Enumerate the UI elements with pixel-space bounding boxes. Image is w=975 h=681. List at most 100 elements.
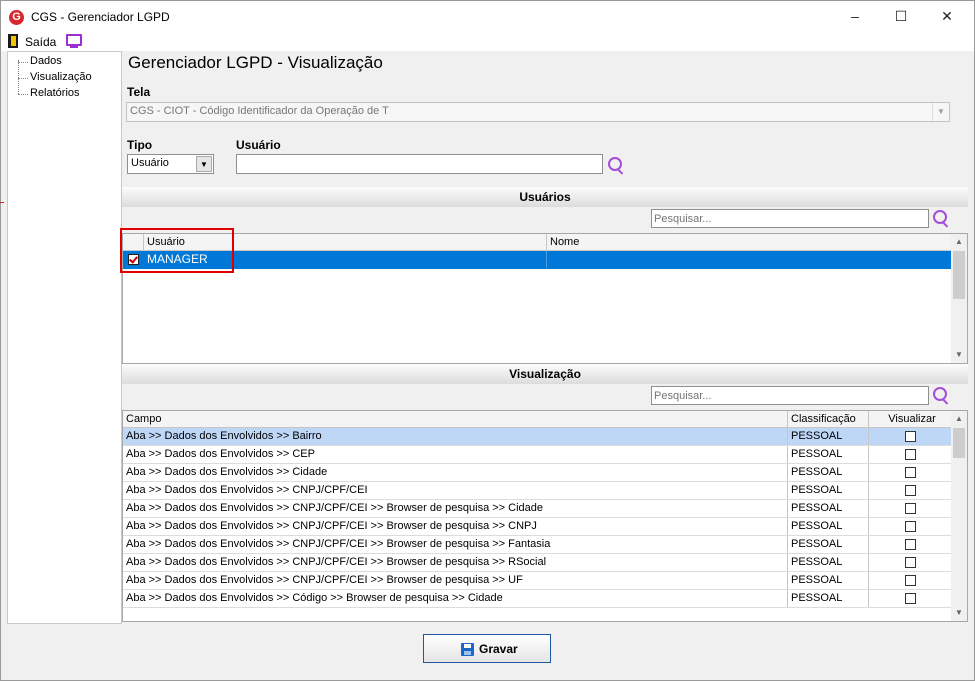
- scroll-down-icon[interactable]: ▼: [951, 605, 967, 621]
- visualizar-cell: [869, 554, 952, 571]
- classificacao-cell: PESSOAL: [788, 536, 869, 553]
- users-vertical-scrollbar[interactable]: ▲ ▼: [951, 234, 967, 363]
- app-window: G CGS - Gerenciador LGPD ‒ ☐ ✕ Saída Dad…: [0, 0, 975, 681]
- table-row[interactable]: Aba >> Dados dos Envolvidos >> Cidade PES…: [123, 464, 952, 482]
- users-search-field[interactable]: [652, 210, 926, 227]
- title-bar: G CGS - Gerenciador LGPD ‒ ☐ ✕: [1, 1, 974, 31]
- save-button[interactable]: Gravar: [423, 634, 551, 663]
- visualizar-checkbox[interactable]: [905, 593, 916, 604]
- visualizar-cell: [869, 518, 952, 535]
- table-row[interactable]: MANAGER: [123, 251, 952, 269]
- table-row[interactable]: Aba >> Dados dos Envolvidos >> CEP PESSOA…: [123, 446, 952, 464]
- visualizar-checkbox[interactable]: [905, 485, 916, 496]
- visualizacao-vertical-scrollbar[interactable]: ▲ ▼: [951, 411, 967, 621]
- classificacao-cell: PESSOAL: [788, 590, 869, 607]
- users-grid: Usuário Nome MANAGER ▲ ▼: [122, 233, 968, 364]
- visualizar-cell: [869, 482, 952, 499]
- table-row[interactable]: Aba >> Dados dos Envolvidos >> CNPJ/CPF/…: [123, 518, 952, 536]
- tree-item-dados[interactable]: Dados: [8, 54, 118, 70]
- tree-item-label: Relatórios: [30, 87, 80, 99]
- tree-item-label: Dados: [30, 55, 62, 67]
- visualizar-checkbox[interactable]: [905, 449, 916, 460]
- visualizar-cell: [869, 428, 952, 445]
- scroll-up-icon[interactable]: ▲: [951, 411, 967, 427]
- column-header-visualizar[interactable]: Visualizar: [869, 411, 952, 427]
- users-grid-header: Usuário Nome: [123, 234, 952, 251]
- visualizar-cell: [869, 500, 952, 517]
- campo-cell: Aba >> Dados dos Envolvidos >> Cidade: [123, 464, 788, 481]
- classificacao-cell: PESSOAL: [788, 428, 869, 445]
- exit-menu-item[interactable]: Saída: [25, 35, 56, 49]
- tree-item-relatorios[interactable]: Relatórios: [8, 86, 118, 102]
- table-row[interactable]: Aba >> Dados dos Envolvidos >> CNPJ/CPF/…: [123, 536, 952, 554]
- visualizacao-search-field[interactable]: [652, 387, 926, 404]
- visualizar-cell: [869, 446, 952, 463]
- campo-cell: Aba >> Dados dos Envolvidos >> CNPJ/CPF/…: [123, 482, 788, 499]
- scroll-up-icon[interactable]: ▲: [951, 234, 967, 250]
- table-row[interactable]: Aba >> Dados dos Envolvidos >> CNPJ/CPF/…: [123, 554, 952, 572]
- table-row[interactable]: Aba >> Dados dos Envolvidos >> Bairro PES…: [123, 428, 952, 446]
- annotation-highlight-box: [120, 228, 234, 273]
- monitor-icon[interactable]: [66, 34, 82, 48]
- menu-bar: Saída: [1, 31, 974, 51]
- usuario-input[interactable]: [236, 154, 603, 174]
- chevron-down-icon[interactable]: ▼: [932, 103, 949, 121]
- minimize-button[interactable]: ‒: [832, 1, 878, 31]
- campo-cell: Aba >> Dados dos Envolvidos >> CNPJ/CPF/…: [123, 554, 788, 571]
- visualizar-checkbox[interactable]: [905, 467, 916, 478]
- table-row[interactable]: Aba >> Dados dos Envolvidos >> CNPJ/CPF/…: [123, 572, 952, 590]
- visualizar-cell: [869, 590, 952, 607]
- visualizar-checkbox[interactable]: [905, 521, 916, 532]
- table-row[interactable]: Aba >> Dados dos Envolvidos >> CNPJ/CPF/…: [123, 482, 952, 500]
- classificacao-cell: PESSOAL: [788, 446, 869, 463]
- scroll-down-icon[interactable]: ▼: [951, 347, 967, 363]
- close-button[interactable]: ✕: [924, 1, 970, 31]
- column-header-campo[interactable]: Campo: [123, 411, 788, 427]
- tela-label: Tela: [127, 85, 151, 99]
- navigation-tree: Dados Visualização Relatórios: [7, 51, 122, 624]
- classificacao-cell: PESSOAL: [788, 500, 869, 517]
- maximize-button[interactable]: ☐: [878, 1, 924, 31]
- visualizar-checkbox[interactable]: [905, 575, 916, 586]
- visualizar-checkbox[interactable]: [905, 539, 916, 550]
- search-icon[interactable]: [933, 210, 947, 224]
- column-header-classificacao[interactable]: Classificação: [788, 411, 869, 427]
- chevron-down-icon[interactable]: ▼: [196, 156, 212, 172]
- visualizacao-search-input[interactable]: [651, 386, 929, 405]
- scroll-thumb[interactable]: [953, 251, 965, 299]
- save-button-label: Gravar: [479, 642, 518, 656]
- scroll-thumb[interactable]: [953, 428, 965, 458]
- search-icon[interactable]: [933, 387, 947, 401]
- page-title: Gerenciador LGPD - Visualização: [128, 53, 383, 72]
- tela-value: CGS - CIOT - Código Identificador da Ope…: [130, 105, 389, 117]
- campo-cell: Aba >> Dados dos Envolvidos >> Bairro: [123, 428, 788, 445]
- visualizar-cell: [869, 536, 952, 553]
- users-section-header: Usuários: [122, 187, 968, 207]
- visualizar-checkbox[interactable]: [905, 503, 916, 514]
- tipo-value: Usuário: [131, 157, 169, 169]
- users-search-input[interactable]: [651, 209, 929, 228]
- tela-dropdown[interactable]: CGS - CIOT - Código Identificador da Ope…: [126, 102, 950, 122]
- tree-item-visualizacao[interactable]: Visualização: [8, 70, 118, 86]
- tipo-dropdown[interactable]: Usuário ▼: [127, 154, 214, 174]
- table-row[interactable]: Aba >> Dados dos Envolvidos >> Código >>…: [123, 590, 952, 608]
- campo-cell: Aba >> Dados dos Envolvidos >> CEP: [123, 446, 788, 463]
- campo-cell: Aba >> Dados dos Envolvidos >> CNPJ/CPF/…: [123, 518, 788, 535]
- tipo-label: Tipo: [127, 138, 153, 152]
- app-logo-icon: G: [9, 10, 24, 25]
- usuario-label: Usuário: [236, 138, 281, 152]
- column-header-nome[interactable]: Nome: [547, 234, 952, 250]
- visualizar-checkbox[interactable]: [905, 431, 916, 442]
- floppy-disk-icon: [461, 643, 474, 656]
- visualizar-cell: [869, 464, 952, 481]
- visualizar-checkbox[interactable]: [905, 557, 916, 568]
- visualizacao-section-header: Visualização: [122, 364, 968, 384]
- table-row[interactable]: Aba >> Dados dos Envolvidos >> CNPJ/CPF/…: [123, 500, 952, 518]
- visualizacao-grid-header: Campo Classificação Visualizar: [123, 411, 952, 428]
- exit-door-icon[interactable]: [8, 34, 18, 48]
- search-icon[interactable]: [608, 157, 622, 171]
- visualizar-cell: [869, 572, 952, 589]
- classificacao-cell: PESSOAL: [788, 572, 869, 589]
- campo-cell: Aba >> Dados dos Envolvidos >> Código >>…: [123, 590, 788, 607]
- classificacao-cell: PESSOAL: [788, 518, 869, 535]
